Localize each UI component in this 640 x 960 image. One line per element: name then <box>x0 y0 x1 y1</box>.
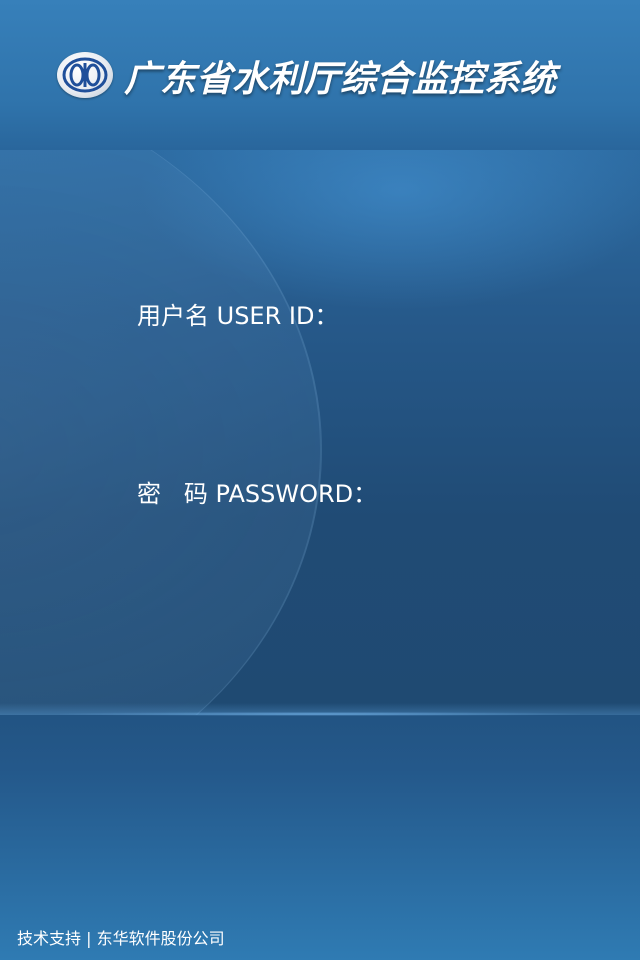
header-bar: 广东省水利厅综合监控系统 <box>0 0 640 150</box>
app-title: 广东省水利厅综合监控系统 <box>124 59 557 100</box>
footer-support-text: 技术支持 | 东华软件股份公司 <box>17 929 225 948</box>
panel-divider-line <box>60 712 580 716</box>
water-resources-emblem-icon <box>57 52 113 98</box>
username-label: 用户名 USER ID： <box>137 302 339 330</box>
password-label: 密 码 PASSWORD： <box>137 480 378 508</box>
password-input[interactable] <box>137 518 511 560</box>
login-panel <box>0 150 640 715</box>
username-input[interactable] <box>137 340 511 382</box>
panel-decorative-arc <box>0 150 322 715</box>
